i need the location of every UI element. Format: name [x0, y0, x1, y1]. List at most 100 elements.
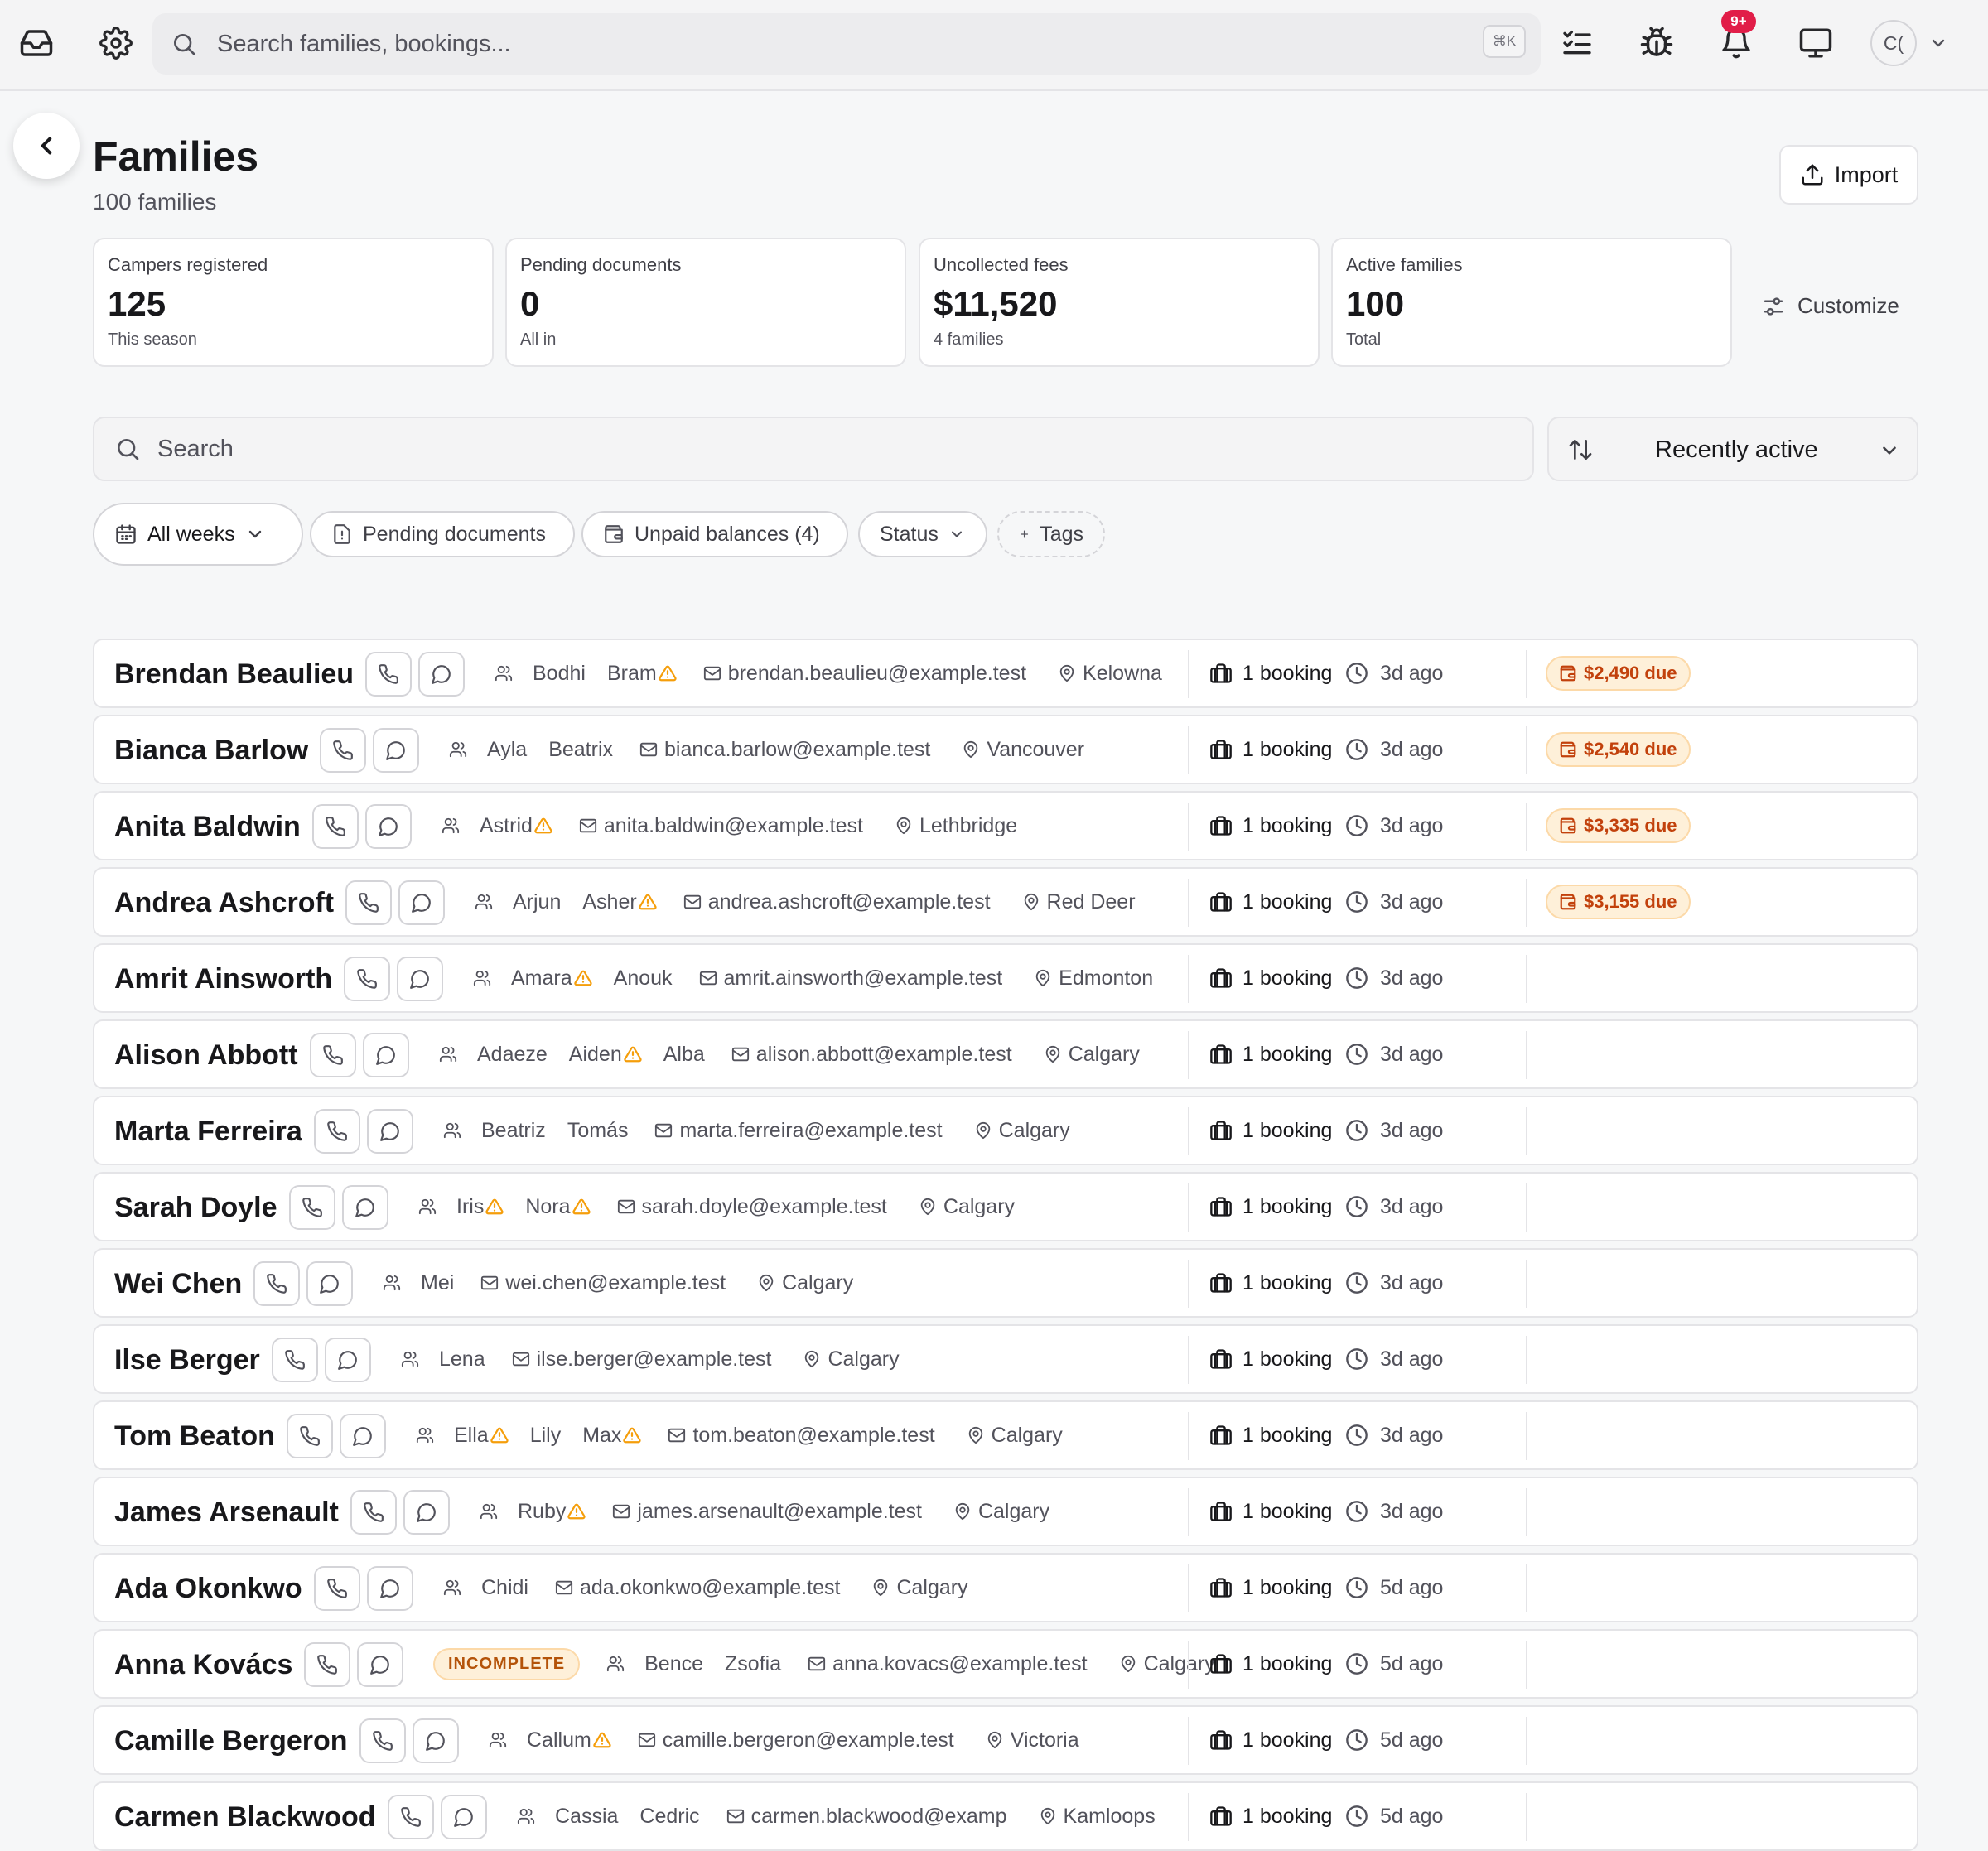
email-group[interactable]: anita.baldwin@example.test [579, 814, 863, 838]
message-button[interactable] [365, 804, 412, 849]
filter-weeks[interactable]: All weeks [93, 503, 303, 566]
family-row[interactable]: Brendan Beaulieu Bodhi Bram brendan.beaulie… [93, 639, 1918, 708]
camper-name[interactable]: Bram [607, 662, 677, 686]
import-button[interactable]: Import [1779, 145, 1918, 205]
email-group[interactable]: alison.abbott@example.test [731, 1043, 1012, 1067]
email-group[interactable]: james.arsenault@example.test [612, 1500, 922, 1524]
chevron-down-icon[interactable] [1915, 20, 1961, 66]
message-button[interactable] [363, 1033, 409, 1077]
call-button[interactable] [253, 1261, 300, 1306]
family-name[interactable]: Ilse Berger [114, 1344, 260, 1376]
camper-name[interactable]: Cedric [639, 1805, 699, 1829]
camper-name[interactable]: Aiden [569, 1043, 642, 1067]
family-row[interactable]: Anita Baldwin Astrid anita.baldwin@example… [93, 791, 1918, 860]
message-button[interactable] [441, 1795, 487, 1839]
family-row[interactable]: Bianca Barlow Ayla Beatrix bianca.barlow@ex… [93, 715, 1918, 784]
call-button[interactable] [388, 1795, 434, 1839]
camper-name[interactable]: Max [582, 1424, 642, 1448]
camper-name[interactable]: Lily [530, 1424, 562, 1448]
camper-name[interactable]: Alba [663, 1043, 705, 1067]
family-name[interactable]: Ada Okonkwo [114, 1573, 302, 1605]
call-button[interactable] [350, 1490, 397, 1535]
camper-name[interactable]: Iris [456, 1195, 504, 1219]
email-group[interactable]: carmen.blackwood@examp [726, 1805, 1007, 1829]
camper-name[interactable]: Arjun [513, 890, 561, 914]
call-button[interactable] [314, 1566, 360, 1611]
monitor-icon[interactable] [1791, 18, 1841, 68]
camper-name[interactable]: Bodhi [533, 662, 586, 686]
call-button[interactable] [314, 1109, 360, 1154]
message-button[interactable] [357, 1642, 403, 1687]
family-row[interactable]: Marta Ferreira Beatriz Tomás marta.ferreira… [93, 1096, 1918, 1165]
global-search-input[interactable]: Search families, bookings... ⌘K [152, 13, 1541, 75]
camper-name[interactable]: Anouk [614, 966, 673, 991]
message-button[interactable] [367, 1566, 413, 1611]
family-name[interactable]: Marta Ferreira [114, 1116, 302, 1148]
call-button[interactable] [310, 1033, 356, 1077]
email-group[interactable]: wei.chen@example.test [480, 1271, 726, 1295]
email-group[interactable]: ada.okonkwo@example.test [555, 1576, 840, 1600]
call-button[interactable] [287, 1414, 333, 1458]
message-button[interactable] [367, 1109, 413, 1154]
family-name[interactable]: Andrea Ashcroft [114, 887, 334, 919]
family-name[interactable]: Sarah Doyle [114, 1192, 277, 1224]
family-name[interactable]: Camille Bergeron [114, 1725, 348, 1757]
camper-name[interactable]: Tomás [567, 1119, 629, 1143]
balance-due-badge[interactable]: $2,540 due [1546, 732, 1691, 767]
family-name[interactable]: Anita Baldwin [114, 811, 301, 843]
family-row[interactable]: Alison Abbott Adaeze Aiden Alba alison.abbot… [93, 1019, 1918, 1089]
call-button[interactable] [304, 1642, 350, 1687]
email-group[interactable]: ilse.berger@example.test [512, 1347, 771, 1371]
email-group[interactable]: sarah.doyle@example.test [617, 1195, 887, 1219]
call-button[interactable] [312, 804, 359, 849]
camper-name[interactable]: Adaeze [477, 1043, 548, 1067]
message-button[interactable] [373, 728, 419, 773]
email-group[interactable]: andrea.ashcroft@example.test [683, 890, 991, 914]
family-row[interactable]: Anna Kovács INCOMPLETE Bence Zsofia anna.kov… [93, 1629, 1918, 1699]
family-row[interactable]: James Arsenault Ruby james.arsenault@examp… [93, 1477, 1918, 1546]
camper-name[interactable]: Lena [439, 1347, 485, 1371]
camper-name[interactable]: Mei [421, 1271, 454, 1295]
call-button[interactable] [344, 957, 390, 1001]
camper-name[interactable]: Nora [525, 1195, 591, 1219]
call-button[interactable] [289, 1185, 335, 1230]
call-button[interactable] [359, 1718, 406, 1763]
family-row[interactable]: Ilse Berger Lena ilse.berger@example.test C… [93, 1324, 1918, 1394]
family-name[interactable]: Amrit Ainsworth [114, 963, 332, 995]
camper-name[interactable]: Ayla [487, 738, 527, 762]
camper-name[interactable]: Callum [527, 1728, 611, 1752]
message-button[interactable] [342, 1185, 388, 1230]
family-name[interactable]: Anna Kovács [114, 1649, 292, 1681]
email-group[interactable]: brendan.beaulieu@example.test [703, 662, 1026, 686]
filter-pending-documents[interactable]: Pending documents [310, 511, 575, 557]
call-button[interactable] [365, 652, 412, 697]
message-button[interactable] [306, 1261, 353, 1306]
family-row[interactable]: Carmen Blackwood Cassia Cedric carmen.black… [93, 1781, 1918, 1851]
family-row[interactable]: Andrea Ashcroft Arjun Asher andrea.ashcroft… [93, 867, 1918, 937]
family-name[interactable]: Carmen Blackwood [114, 1801, 376, 1834]
family-row[interactable]: Ada Okonkwo Chidi ada.okonkwo@example.test… [93, 1553, 1918, 1622]
camper-name[interactable]: Beatriz [481, 1119, 546, 1143]
filter-status[interactable]: Status [858, 511, 987, 557]
call-button[interactable] [272, 1338, 318, 1382]
filter-tags[interactable]: Tags [997, 511, 1105, 557]
back-button[interactable] [13, 113, 80, 179]
message-button[interactable] [397, 957, 443, 1001]
camper-name[interactable]: Bence [644, 1652, 703, 1676]
camper-name[interactable]: Chidi [481, 1576, 528, 1600]
camper-name[interactable]: Asher [582, 890, 657, 914]
message-button[interactable] [413, 1718, 459, 1763]
family-name[interactable]: Tom Beaton [114, 1420, 275, 1453]
message-button[interactable] [340, 1414, 386, 1458]
camper-name[interactable]: Amara [511, 966, 592, 991]
balance-due-badge[interactable]: $3,335 due [1546, 808, 1691, 843]
sort-select[interactable]: Recently active [1547, 417, 1918, 481]
user-avatar[interactable]: C( [1870, 20, 1917, 66]
call-button[interactable] [345, 880, 392, 925]
family-row[interactable]: Amrit Ainsworth Amara Anouk amrit.ainsworth… [93, 943, 1918, 1013]
inbox-icon[interactable] [12, 18, 61, 68]
camper-name[interactable]: Ella [454, 1424, 509, 1448]
customize-button[interactable]: Customize [1761, 293, 1899, 319]
balance-due-badge[interactable]: $3,155 due [1546, 885, 1691, 919]
family-row[interactable]: Sarah Doyle Iris Nora sarah.doyle@example.t… [93, 1172, 1918, 1241]
